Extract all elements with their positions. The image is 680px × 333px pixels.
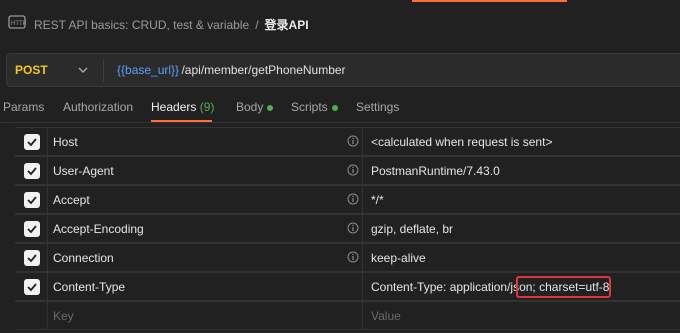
header-value: gzip, deflate, br [371, 222, 454, 236]
check-icon [27, 167, 37, 176]
check-icon [27, 283, 37, 292]
enabled-checkbox[interactable] [24, 192, 40, 208]
header-value: <calculated when request is sent> [371, 135, 553, 149]
key-cell[interactable]: Content-Type [47, 273, 363, 301]
tab-headers[interactable]: Headers (9) [151, 100, 214, 114]
value-cell[interactable]: PostmanRuntime/7.43.0 [362, 157, 680, 185]
tab-label: Scripts [291, 100, 328, 114]
table-row-new: Key Value [15, 301, 680, 330]
key-cell[interactable]: Accept-Encoding [47, 215, 363, 243]
key-cell[interactable]: Host [47, 128, 363, 156]
row-check-cell [15, 273, 48, 301]
row-check-cell [15, 186, 48, 214]
url-bar: POST {{base_url}} /api/member/getPhoneNu… [6, 53, 680, 87]
key-cell[interactable]: Key [47, 302, 363, 330]
table-row: Host <calculated when request is sent> [15, 127, 680, 156]
tab-label: Headers [151, 100, 197, 114]
status-dot [267, 104, 274, 111]
info-icon[interactable] [347, 135, 359, 147]
header-key: Content-Type [53, 280, 126, 294]
table-row: Connection keep-alive [15, 243, 680, 272]
request-tabs: Params Authorization Headers (9) Body Sc… [0, 92, 680, 123]
header-key: User-Agent [53, 164, 114, 178]
tab-label: Body [236, 100, 264, 114]
table-row: User-Agent PostmanRuntime/7.43.0 [15, 156, 680, 185]
active-tab-underline [151, 120, 212, 122]
active-tab-accent [412, 0, 567, 2]
http-request-icon: HTTP [8, 15, 26, 29]
tab-body[interactable]: Body [236, 100, 274, 114]
value-cell[interactable]: <calculated when request is sent> [362, 128, 680, 156]
method-select[interactable]: POST [15, 63, 48, 77]
status-dot [331, 104, 338, 111]
enabled-checkbox[interactable] [24, 221, 40, 237]
value-placeholder: Value [371, 309, 401, 323]
tab-label: Authorization [63, 100, 134, 114]
row-check-cell [15, 302, 48, 330]
breadcrumb-collection[interactable]: REST API basics: CRUD, test & variable [34, 18, 249, 32]
info-icon[interactable] [347, 193, 359, 205]
key-cell[interactable]: User-Agent [47, 157, 363, 185]
header-value: PostmanRuntime/7.43.0 [371, 164, 500, 178]
enabled-checkbox[interactable] [24, 279, 40, 295]
request-header-bar: HTTP REST API basics: CRUD, test & varia… [0, 0, 680, 46]
url-input[interactable]: {{base_url}} /api/member/getPhoneNumber [117, 63, 346, 77]
info-icon[interactable] [347, 164, 359, 176]
chevron-down-icon[interactable] [77, 64, 89, 76]
url-divider [103, 60, 104, 82]
value-cell[interactable]: */* [362, 186, 680, 214]
row-check-cell [15, 128, 48, 156]
value-cell[interactable]: keep-alive [362, 244, 680, 272]
tab-label: Settings [356, 100, 400, 114]
value-cell[interactable]: Value [362, 302, 680, 330]
info-icon[interactable] [347, 251, 359, 263]
table-row: Accept-Encoding gzip, deflate, br [15, 214, 680, 243]
key-placeholder: Key [53, 309, 74, 323]
check-icon [27, 138, 37, 147]
key-cell[interactable]: Accept [47, 186, 363, 214]
url-path: /api/member/getPhoneNumber [181, 63, 346, 77]
headers-count-badge: (9) [199, 100, 215, 114]
breadcrumb-request-name[interactable]: 登录API [265, 18, 309, 32]
svg-text:HTTP: HTTP [11, 21, 26, 27]
tab-authorization[interactable]: Authorization [63, 100, 133, 114]
header-value: keep-alive [371, 251, 426, 265]
tab-params[interactable]: Params [3, 100, 44, 114]
tab-label: Params [3, 100, 45, 114]
key-cell[interactable]: Connection [47, 244, 363, 272]
breadcrumb: REST API basics: CRUD, test & variable / 登… [34, 16, 309, 33]
info-icon[interactable] [347, 222, 359, 234]
breadcrumb-separator: / [255, 18, 259, 32]
enabled-checkbox[interactable] [24, 163, 40, 179]
header-key: Accept-Encoding [53, 222, 144, 236]
header-key: Accept [53, 193, 90, 207]
row-check-cell [15, 157, 48, 185]
header-value: */* [371, 193, 384, 207]
enabled-checkbox[interactable] [24, 134, 40, 150]
check-icon [27, 225, 37, 234]
value-cell[interactable]: gzip, deflate, br [362, 215, 680, 243]
url-variable: {{base_url}} [117, 63, 180, 77]
check-icon [27, 254, 37, 263]
tab-scripts[interactable]: Scripts [291, 100, 338, 114]
tab-settings[interactable]: Settings [356, 100, 399, 114]
row-check-cell [15, 244, 48, 272]
row-check-cell [15, 215, 48, 243]
header-key: Connection [53, 251, 114, 265]
table-row: Accept */* [15, 185, 680, 214]
enabled-checkbox[interactable] [24, 250, 40, 266]
header-key: Host [53, 135, 78, 149]
annotation-highlight-box [516, 276, 611, 298]
check-icon [27, 196, 37, 205]
